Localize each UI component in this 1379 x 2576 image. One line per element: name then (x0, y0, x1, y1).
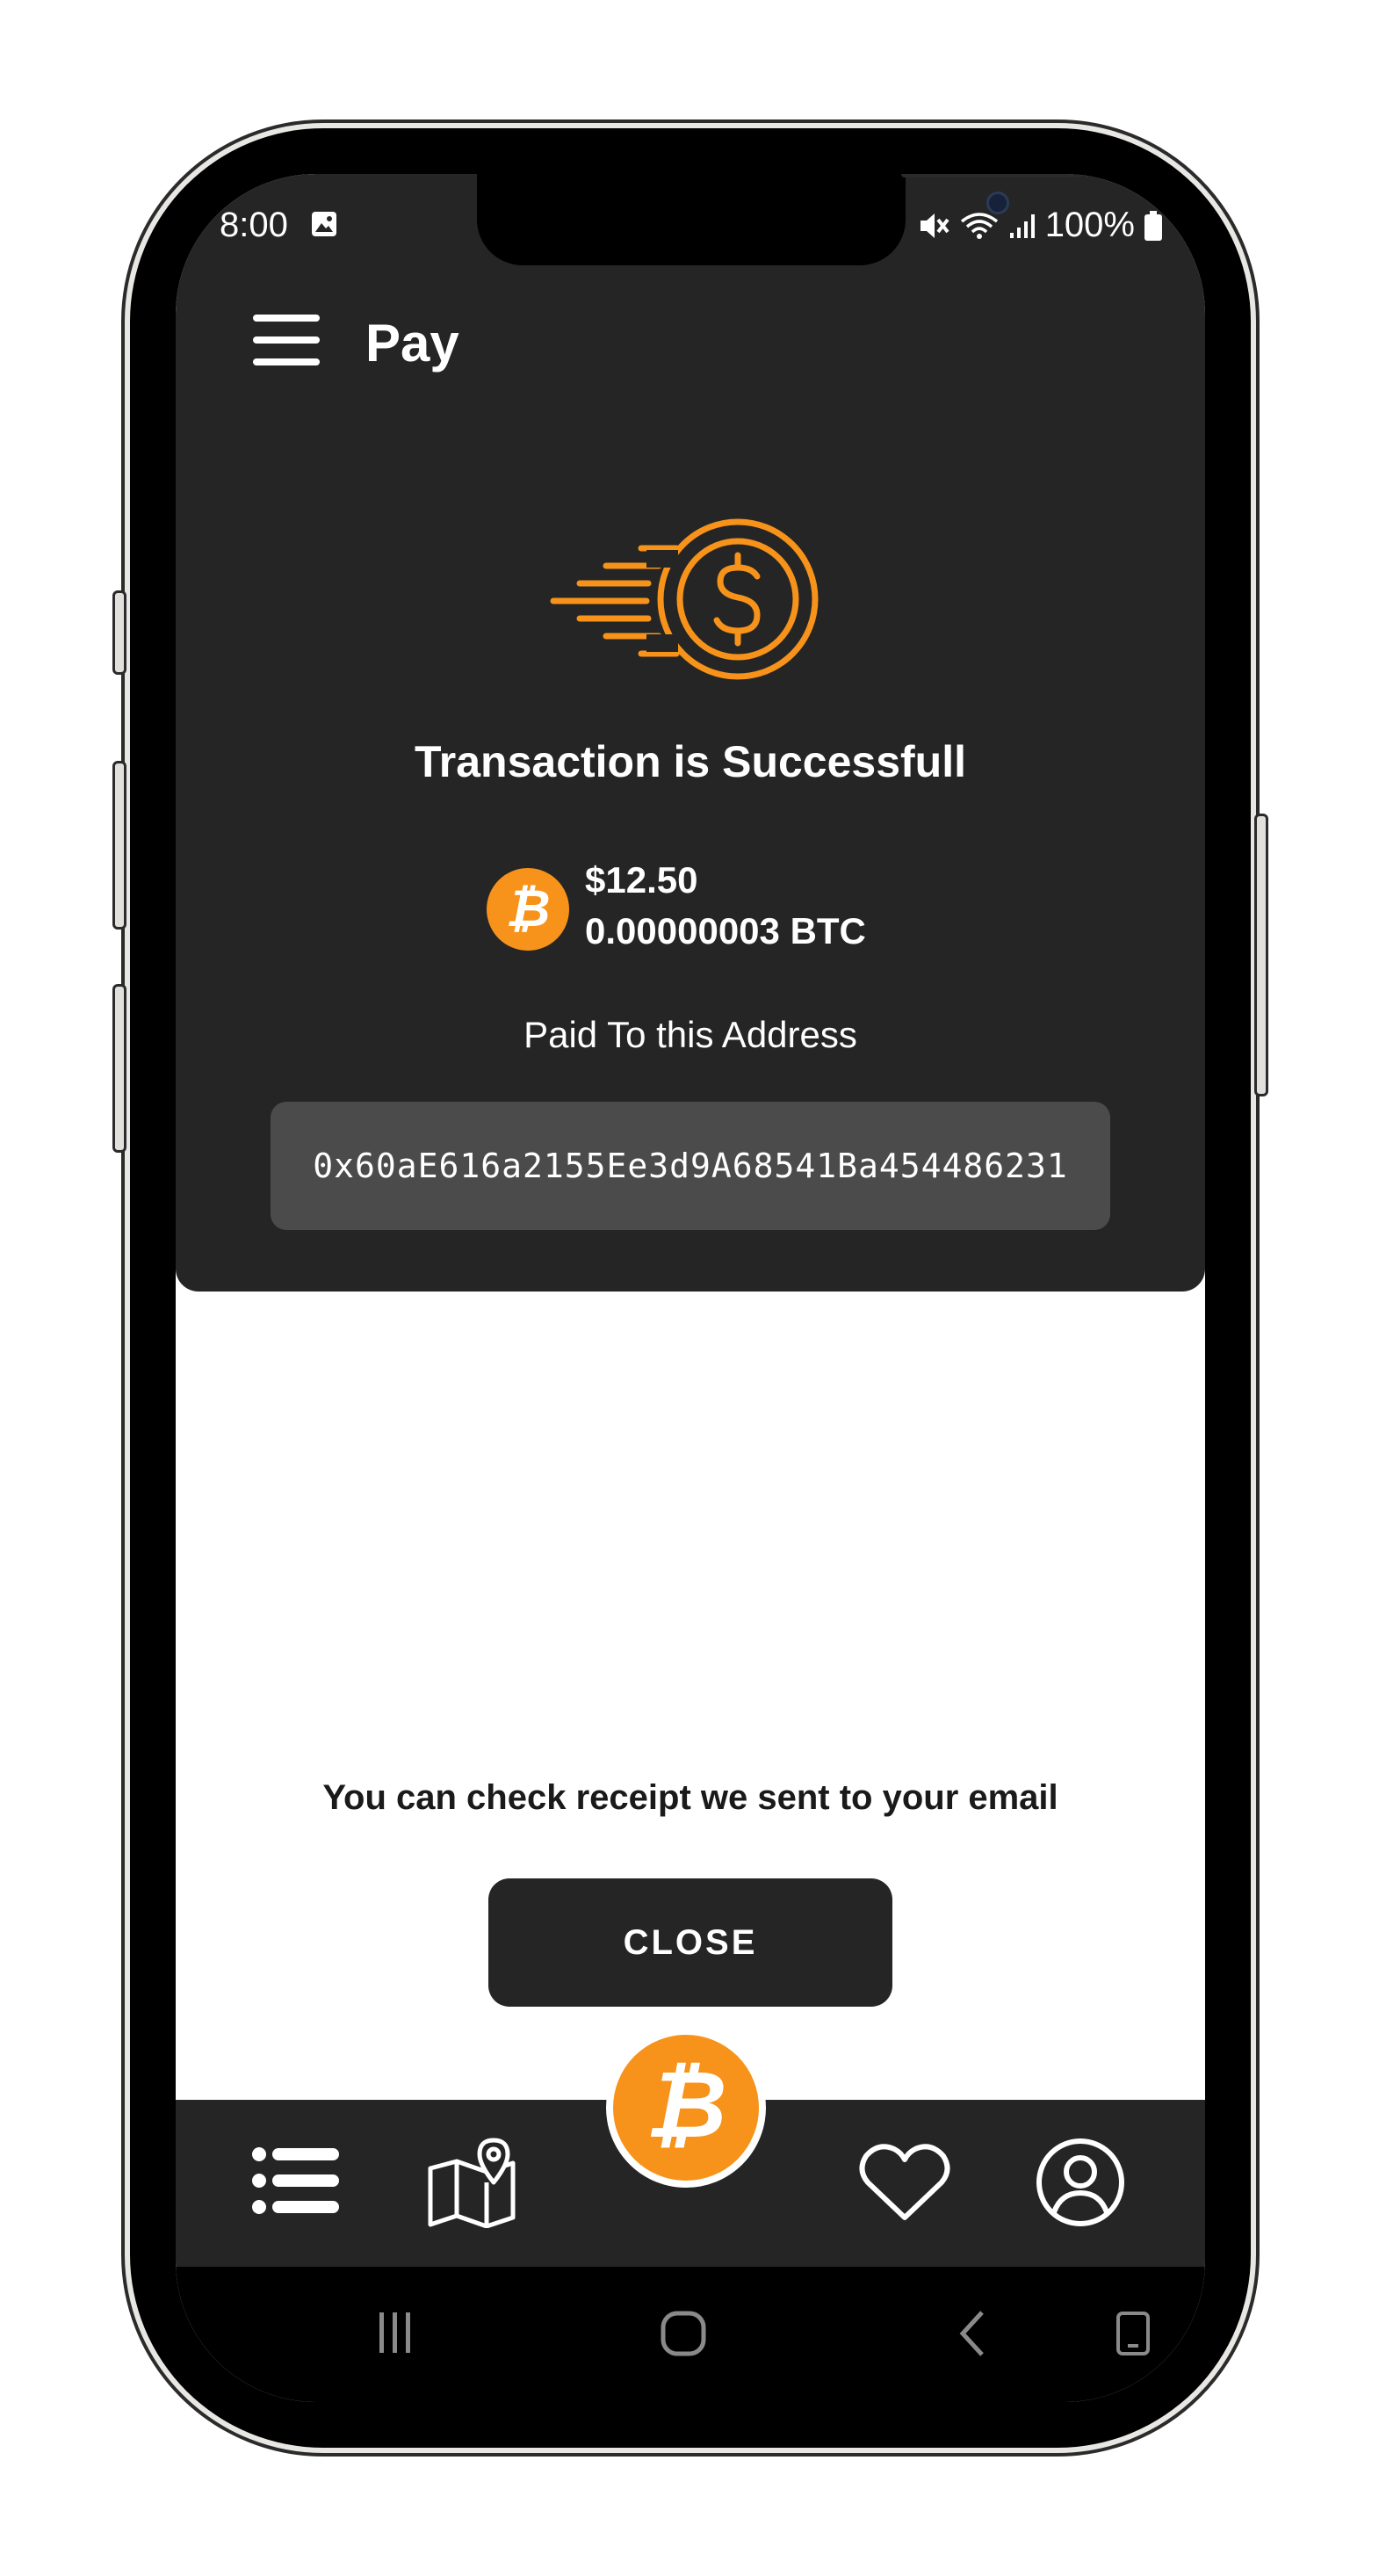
user-profile-icon[interactable] (1035, 2137, 1126, 2228)
mute-icon (920, 213, 949, 238)
fast-payment-dollar-icon (550, 518, 819, 680)
wallet-address-box[interactable]: 0x60aE616a2155Ee3d9A68541Ba454486231 (271, 1102, 1110, 1230)
battery-percent: 100% (1044, 206, 1135, 244)
bitcoin-icon: ₿ (487, 868, 569, 951)
volume-up-button (112, 590, 126, 675)
wallet-address: 0x60aE616a2155Ee3d9A68541Ba454486231 (313, 1147, 1068, 1185)
notch (477, 174, 1082, 265)
bixby-button (112, 984, 126, 1153)
svg-text:₿: ₿ (646, 2051, 727, 2159)
power-button (1254, 814, 1268, 1096)
amount-usd: $12.50 (585, 859, 698, 901)
close-button[interactable]: CLOSE (488, 1878, 892, 2007)
gallery-notification-icon (312, 212, 336, 236)
receipt-note: You can check receipt we sent to your em… (322, 1778, 1058, 1817)
map-pin-icon[interactable] (427, 2137, 518, 2228)
home-icon[interactable] (661, 2311, 706, 2356)
hamburger-menu-icon[interactable] (253, 315, 320, 365)
recent-apps-icon[interactable] (376, 2311, 415, 2355)
svg-text:₿: ₿ (506, 879, 551, 938)
transaction-headline: Transaction is Successfull (414, 737, 967, 786)
battery-icon (1144, 210, 1162, 241)
bitcoin-action-button[interactable]: ₿ (606, 2028, 766, 2188)
system-navigation-bar (176, 2267, 1205, 2402)
paid-to-label: Paid To this Address (523, 1014, 857, 1055)
list-icon[interactable] (251, 2145, 341, 2216)
status-time: 8:00 (220, 206, 288, 244)
earpiece-speaker (901, 174, 1082, 177)
status-indicators: 100% (919, 206, 1163, 245)
heart-icon[interactable] (859, 2142, 950, 2223)
back-icon[interactable] (957, 2309, 987, 2358)
volume-down-button (112, 761, 126, 930)
phone-screen: 8:00 100% Pay Transaction is Successfull… (176, 174, 1205, 2402)
bitcoin-fab-icon: ₿ (646, 2051, 727, 2159)
page-title: Pay (365, 314, 459, 373)
keyboard-switch-icon[interactable] (1115, 2311, 1151, 2356)
wifi-icon (960, 212, 998, 239)
signal-icon (1009, 213, 1035, 238)
amount-btc: 0.00000003 BTC (585, 910, 866, 952)
